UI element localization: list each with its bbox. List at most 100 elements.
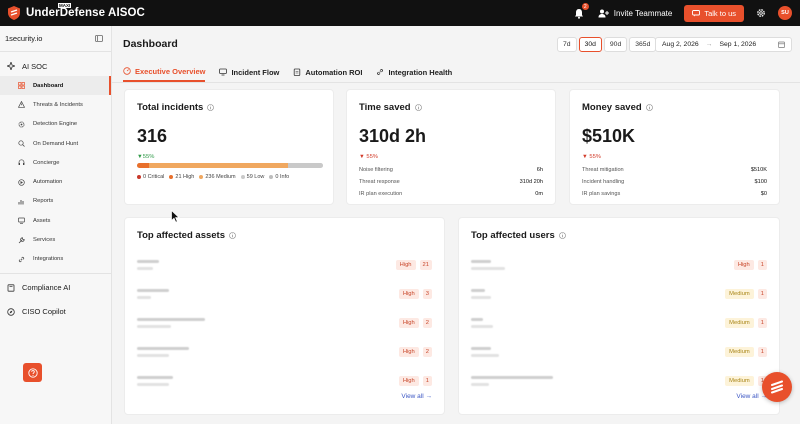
redacted-asset — [137, 317, 205, 328]
info-icon[interactable] — [414, 104, 422, 111]
metric-row: Incident handling $100 — [582, 176, 767, 188]
money-saved-breakdown: Threat mitigation $510K Incident handling… — [582, 164, 767, 200]
tab-label: Executive Overview — [135, 66, 206, 76]
search-icon — [18, 140, 25, 147]
user-avatar[interactable]: SU — [778, 6, 792, 20]
money-saved-card: Money saved $510K ▼ 55% Threat mitigatio… — [569, 89, 780, 205]
sidebar-item-automation[interactable]: Automation — [0, 172, 111, 191]
severity-badge: High — [733, 259, 754, 270]
severity-badge: Medium — [725, 288, 754, 299]
org-switcher[interactable]: 1security.io — [0, 26, 111, 52]
list-item[interactable]: High 1 — [137, 366, 432, 395]
sidebar-item-on-demand-hunt[interactable]: On Demand Hunt — [0, 134, 111, 153]
sidebar-item-detection-engine[interactable]: Detection Engine — [0, 115, 111, 134]
tab-integration-health[interactable]: Integration Health — [376, 62, 452, 82]
severity-badge: Medium — [725, 317, 754, 328]
tab-incident-flow[interactable]: Incident Flow — [219, 62, 279, 82]
total-incidents-card: Total incidents 316 ▼55% 0 Critical 21 Hi… — [124, 89, 334, 205]
time-saved-title: Time saved — [359, 102, 422, 113]
card-title-text: Money saved — [582, 102, 642, 113]
list-item[interactable]: Medium1 — [471, 279, 767, 308]
list-item[interactable]: High 1 — [471, 250, 767, 279]
mouse-cursor-icon — [171, 210, 180, 223]
collapse-sidebar-icon[interactable] — [95, 35, 103, 42]
calendar-icon — [778, 41, 785, 48]
time-saved-breakdown: Noise filtering 6h Threat response 310d 20… — [359, 164, 543, 200]
add-user-icon — [598, 9, 609, 17]
chat-icon — [692, 9, 701, 16]
question-icon — [27, 367, 38, 378]
list-item[interactable]: High 2 — [137, 308, 432, 337]
list-item[interactable]: High 21 — [137, 250, 432, 279]
nav-group-compliance-ai[interactable]: Compliance AI — [0, 278, 111, 298]
redacted-asset — [137, 375, 173, 386]
legend-entry: 0 Info — [269, 174, 289, 180]
notifications-button[interactable]: 2 — [572, 3, 589, 20]
metric-label: Threat response — [359, 179, 400, 185]
range-30d-button[interactable]: 30d — [578, 37, 602, 52]
sidebar-item-assets[interactable]: Assets — [0, 211, 111, 230]
arrow-right-icon: → — [705, 41, 713, 48]
severity-badge: Medium — [725, 346, 754, 357]
sidebar-item-label: Detection Engine — [33, 121, 78, 128]
delta-value: 55% — [142, 154, 155, 160]
sidebar-item-label: Services — [33, 237, 56, 244]
money-saved-title: Money saved — [582, 102, 653, 113]
talk-to-us-button[interactable]: Talk to us — [684, 4, 744, 22]
app-logo[interactable]: UnderDefense AISOC — [8, 6, 145, 20]
nav-group-ai-soc[interactable]: AI SOC — [0, 56, 111, 76]
sidebar-item-label: Assets — [33, 217, 51, 224]
automation-icon — [18, 178, 25, 186]
settings-button[interactable] — [756, 8, 766, 18]
assistant-launcher-button[interactable] — [762, 372, 792, 402]
sidebar-item-integrations[interactable]: Integrations — [0, 250, 111, 269]
info-icon[interactable] — [207, 104, 215, 111]
legend-dot — [137, 175, 141, 179]
main-content: Dashboard 7d 30d 90d 365d Aug 2, 2026 → … — [112, 26, 800, 424]
top-users-title: Top affected users — [471, 230, 566, 241]
info-icon[interactable] — [229, 232, 236, 239]
list-item[interactable]: High 3 — [137, 279, 432, 308]
metric-value: 0m — [535, 191, 543, 197]
time-saved-value: 310d 2h — [359, 126, 427, 146]
list-item[interactable]: Medium1 — [471, 308, 767, 337]
redacted-asset — [137, 346, 189, 357]
sidebar-item-reports[interactable]: Reports — [0, 192, 111, 211]
talk-to-us-label: Talk to us — [704, 8, 736, 18]
range-7d-button[interactable]: 7d — [557, 37, 577, 52]
list-item[interactable]: Medium1 — [471, 366, 767, 395]
severity-badge: High — [398, 317, 419, 328]
view-all-users-link[interactable]: View all → — [736, 393, 767, 400]
metric-label: Threat mitigation — [582, 167, 624, 173]
total-incidents-value: 316 — [137, 126, 168, 146]
sidebar-item-label: On Demand Hunt — [33, 140, 79, 147]
tabs-divider — [112, 82, 800, 83]
range-90d-button[interactable]: 90d — [603, 37, 628, 52]
top-users-card: Top affected users High 1 Medium 1 Medium 1… — [458, 217, 780, 415]
tab-label: Automation ROI — [305, 67, 363, 77]
notifications-count: 2 — [581, 3, 589, 10]
help-button[interactable] — [23, 363, 42, 382]
sidebar-item-services[interactable]: Services — [0, 230, 111, 249]
metric-label: IR plan savings — [582, 191, 621, 197]
view-all-assets-link[interactable]: View all → — [401, 393, 432, 400]
tab-automation-roi[interactable]: Automation ROI — [293, 62, 362, 82]
invite-teammate-button[interactable]: Invite Teammate — [598, 9, 672, 18]
info-icon[interactable] — [558, 232, 566, 239]
sidebar-item-concierge[interactable]: Concierge — [0, 153, 111, 172]
severity-badge: High — [398, 346, 419, 357]
range-365d-button[interactable]: 365d — [629, 37, 657, 52]
nav-group-ciso-copilot[interactable]: CISO Copilot — [0, 302, 111, 322]
redacted-user — [471, 346, 499, 357]
info-icon[interactable] — [645, 104, 653, 111]
sidebar-item-threats[interactable]: Threats & Incidents — [0, 95, 111, 114]
clipboard-icon — [294, 68, 301, 76]
card-title-text: Total incidents — [137, 102, 204, 113]
sidebar-item-dashboard[interactable]: Dashboard — [0, 76, 111, 96]
severity-bar-segment — [288, 163, 323, 168]
date-range-picker[interactable]: Aug 2, 2026 → Sep 1, 2026 — [655, 37, 792, 52]
list-item[interactable]: High 2 — [137, 337, 432, 366]
list-item[interactable]: Medium1 — [471, 337, 767, 366]
tab-executive-overview[interactable]: Executive Overview — [123, 62, 206, 82]
compass-icon — [7, 308, 15, 316]
